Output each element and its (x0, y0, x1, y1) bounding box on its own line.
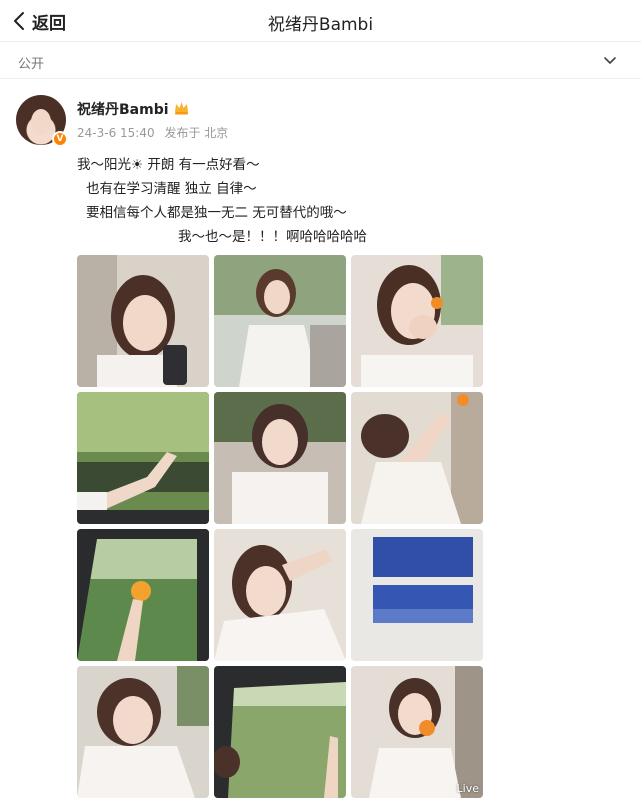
post-text-line-3: 要相信每个人都是独一无二 无可替代的哦～ (86, 205, 347, 221)
photo-5-art (214, 392, 346, 524)
photo-9[interactable] (351, 529, 483, 661)
post-text-line-4: 我～也～是！！！啊哈哈哈哈哈 (178, 229, 367, 245)
visibility-selector[interactable]: 公开 (0, 43, 641, 79)
photo-1-art (77, 255, 209, 387)
photo-2-art (214, 255, 346, 387)
page-title: 祝绪丹Bambi (267, 15, 374, 35)
author-name[interactable]: 祝绪丹Bambi (77, 99, 169, 119)
chevron-down-icon (604, 57, 616, 64)
post-meta: 24-3-6 15:40 发布于 北京 (77, 124, 234, 141)
photo-5[interactable] (214, 392, 346, 524)
photo-1[interactable] (77, 255, 209, 387)
verified-badge-icon: V (52, 131, 68, 147)
photo-4-art (77, 392, 209, 524)
photo-10[interactable] (77, 666, 209, 798)
photo-12-art (351, 666, 483, 798)
post-time: 24-3-6 15:40 (77, 126, 155, 140)
photo-2[interactable] (214, 255, 346, 387)
photo-8-art (214, 529, 346, 661)
photo-4[interactable] (77, 392, 209, 524)
live-badge: Live (456, 782, 479, 795)
photo-3[interactable] (351, 255, 483, 387)
visibility-label: 公开 (18, 57, 45, 72)
post-location: 发布于 北京 (164, 126, 229, 140)
top-navigation-bar: 返回 祝绪丹Bambi (0, 0, 641, 42)
photo-6-art (351, 392, 483, 524)
photo-9-art (351, 529, 483, 661)
avatar-face-shape (31, 109, 51, 135)
photo-11[interactable] (214, 666, 346, 798)
photo-10-art (77, 666, 209, 798)
post-text-line-1: 我～阳光☀ 开朗 有一点好看～ (77, 157, 260, 173)
photo-8[interactable] (214, 529, 346, 661)
crown-icon (175, 102, 188, 115)
photo-7[interactable] (77, 529, 209, 661)
photo-11-art (214, 666, 346, 798)
photo-3-art (351, 255, 483, 387)
photo-7-art (77, 529, 209, 661)
photo-6[interactable] (351, 392, 483, 524)
photo-12[interactable]: Live (351, 666, 483, 798)
post-text-line-2: 也有在学习清醒 独立 自律～ (86, 181, 257, 197)
